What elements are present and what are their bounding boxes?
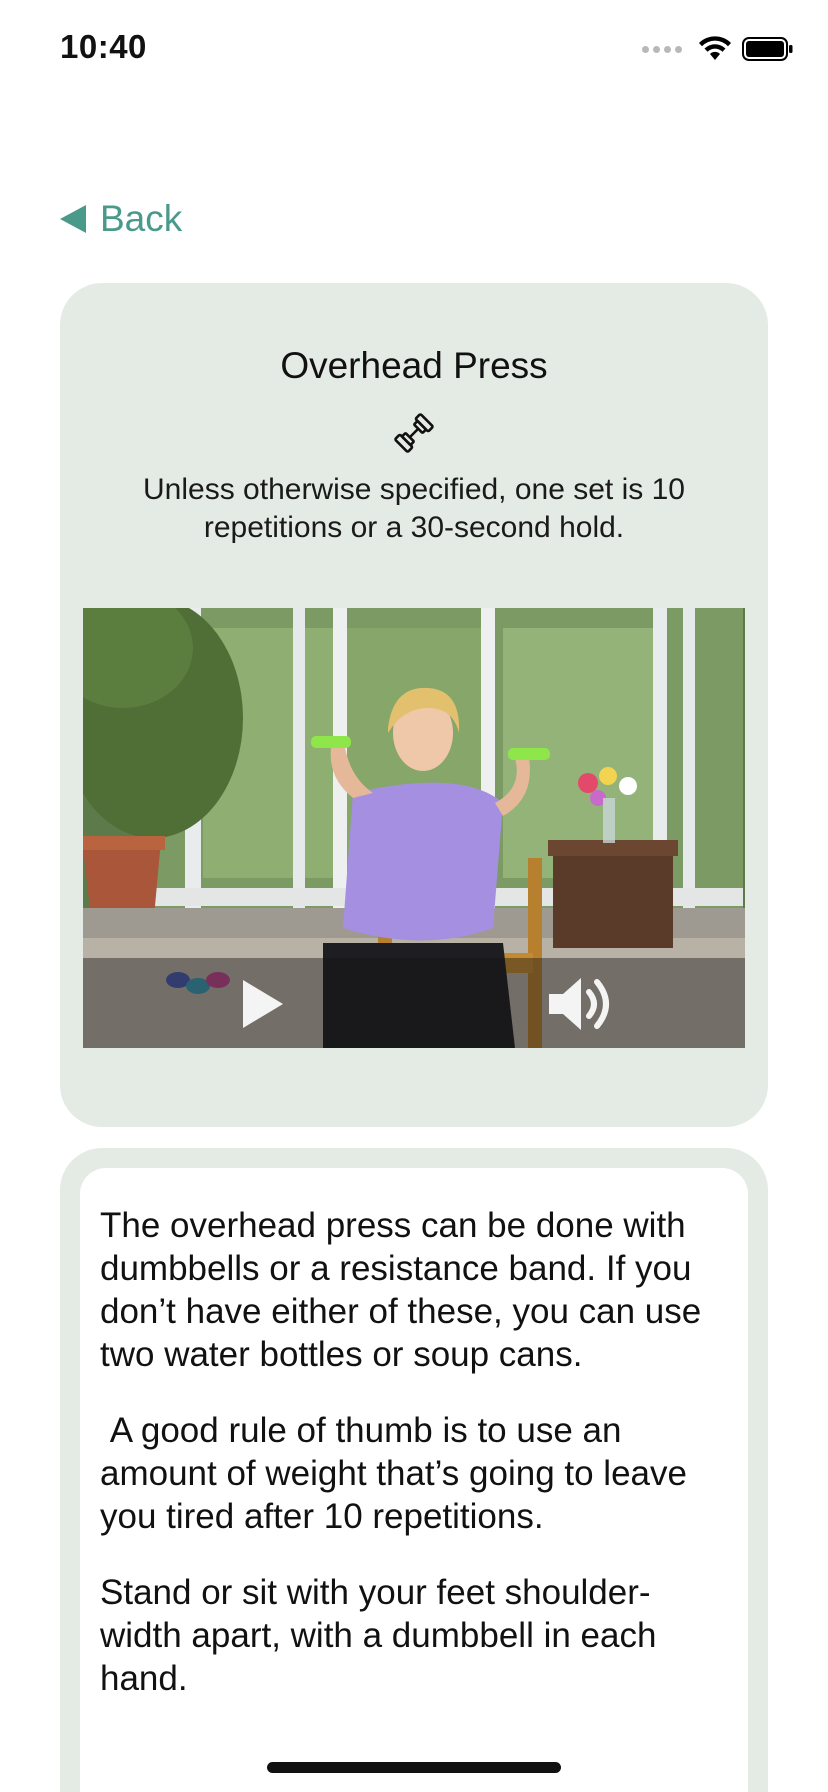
exercise-detail-screen: 10:40 Back Overhead Press Unless otherwi… (0, 0, 828, 1792)
status-time: 10:40 (60, 28, 147, 65)
description-panel: The overhead press can be done with dumb… (80, 1168, 748, 1792)
back-arrow-icon (60, 205, 86, 233)
battery-icon (742, 37, 793, 61)
status-bar: 10:40 (0, 0, 828, 100)
wifi-icon (699, 36, 731, 60)
speaker-volume-icon[interactable] (543, 972, 623, 1036)
exercise-description: The overhead press can be done with dumb… (100, 1204, 730, 1733)
back-label: Back (100, 198, 183, 239)
status-icons (642, 34, 794, 64)
exercise-title: Overhead Press (280, 345, 548, 386)
exercise-header-card: Overhead Press Unless otherwise specifie… (60, 283, 768, 1127)
description-card: The overhead press can be done with dumb… (60, 1148, 768, 1792)
set-note: Unless otherwise specified, one set is 1… (143, 473, 685, 544)
video-controls (83, 958, 745, 1048)
cellular-signal-icon (642, 45, 682, 53)
play-icon[interactable] (233, 976, 289, 1032)
description-paragraph: A good rule of thumb is to use an amount… (100, 1411, 697, 1536)
dumbbell-icon (394, 413, 434, 453)
description-paragraph: The overhead press can be done with dumb… (100, 1206, 702, 1374)
exercise-video[interactable] (83, 608, 745, 1048)
home-indicator (267, 1762, 561, 1773)
description-paragraph: Stand or sit with your feet shoulder-wid… (100, 1573, 657, 1698)
back-button[interactable]: Back (60, 198, 182, 240)
